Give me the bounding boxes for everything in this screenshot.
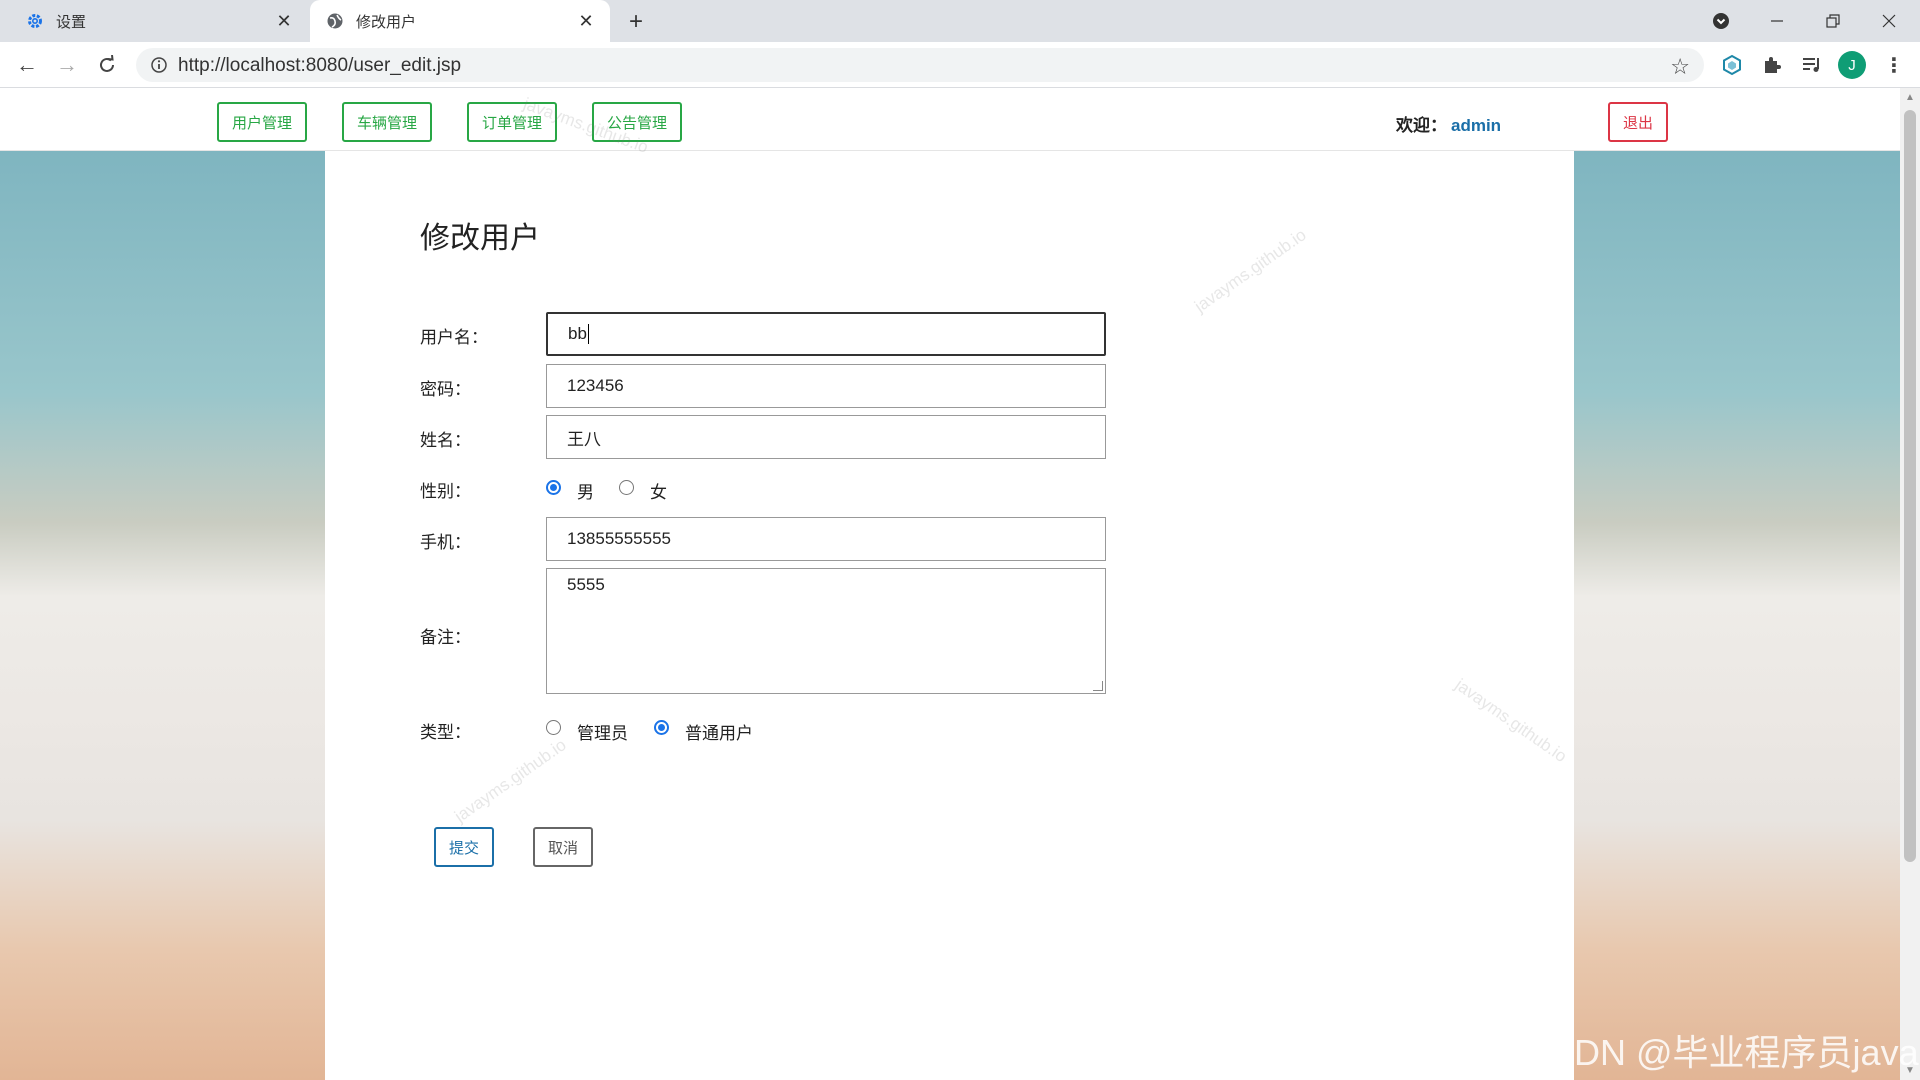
menu-user-management-button[interactable]: 用户管理 xyxy=(217,102,307,142)
edit-user-panel: 修改用户 用户名： bb 密码： 123456 姓名： 王八 性别： 男 女 手… xyxy=(325,151,1574,1080)
page-title: 修改用户 xyxy=(420,222,540,255)
page-viewport: 用户管理 车辆管理 订单管理 公告管理 欢迎： admin 退出 修改用户 用户名… xyxy=(0,88,1900,1080)
scrollbar-thumb[interactable] xyxy=(1904,110,1916,862)
more-menu-icon[interactable]: ⋮ xyxy=(1880,51,1908,79)
current-username: admin xyxy=(1451,116,1502,135)
window-close-icon[interactable] xyxy=(1874,6,1904,36)
username-field[interactable]: bb xyxy=(546,312,1106,356)
name-label: 姓名： xyxy=(420,431,471,450)
puzzle-icon[interactable] xyxy=(1758,51,1786,79)
text-caret xyxy=(587,324,589,344)
site-header: 用户管理 车辆管理 订单管理 公告管理 欢迎： admin 退出 xyxy=(0,88,1900,151)
address-bar[interactable]: http://localhost:8080/user_edit.jsp ☆ xyxy=(136,48,1704,82)
watermark-text: javayms.github.io xyxy=(1191,225,1310,317)
csdn-watermark: CSDN @毕业程序员java xyxy=(1524,1032,1919,1073)
type-normal-user-label[interactable]: 普通用户 xyxy=(685,719,753,744)
close-icon[interactable]: ✕ xyxy=(274,11,294,31)
type-admin-radio[interactable] xyxy=(546,720,561,735)
bookmark-star-icon[interactable]: ☆ xyxy=(1670,54,1690,80)
browser-tab-bar: 设置 ✕ 修改用户 ✕ + xyxy=(0,0,1920,42)
gender-male-radio[interactable] xyxy=(546,480,561,495)
password-label: 密码： xyxy=(420,380,471,399)
resize-grip-icon[interactable] xyxy=(1093,681,1103,691)
type-normal-user-radio[interactable] xyxy=(654,720,669,735)
username-value: bb xyxy=(568,324,587,343)
extension-shield-icon[interactable] xyxy=(1718,51,1746,79)
remark-textarea[interactable]: 5555 xyxy=(546,568,1106,694)
back-arrow-icon[interactable]: ← xyxy=(12,50,42,80)
submit-button[interactable]: 提交 xyxy=(434,827,494,867)
remark-value: 5555 xyxy=(567,575,605,594)
gender-female-label[interactable]: 女 xyxy=(650,478,667,503)
tab-title: 设置 xyxy=(56,13,87,31)
tab-title: 修改用户 xyxy=(356,13,417,31)
name-value: 王八 xyxy=(567,429,601,449)
forward-arrow-icon[interactable]: → xyxy=(52,50,82,80)
phone-label: 手机： xyxy=(420,533,471,552)
menu-vehicle-management-button[interactable]: 车辆管理 xyxy=(342,102,432,142)
watermark-text: javayms.github.io xyxy=(1451,675,1571,767)
background-image-right xyxy=(1574,151,1900,1080)
url-text: http://localhost:8080/user_edit.jsp xyxy=(178,55,462,76)
tab-edit-user[interactable]: 修改用户 ✕ xyxy=(310,0,610,42)
globe-icon xyxy=(326,12,344,30)
remark-label: 备注： xyxy=(420,628,471,647)
username-label: 用户名： xyxy=(420,328,488,347)
scroll-up-arrow-icon[interactable]: ▲ xyxy=(1905,92,1915,103)
welcome-label: 欢迎： xyxy=(1396,116,1447,135)
close-icon[interactable]: ✕ xyxy=(576,11,596,31)
phone-value: 13855555555 xyxy=(567,529,672,548)
type-label: 类型： xyxy=(420,723,471,742)
minimize-icon[interactable] xyxy=(1762,6,1792,36)
gender-label: 性别： xyxy=(420,482,471,501)
logout-button[interactable]: 退出 xyxy=(1608,102,1668,142)
password-value: 123456 xyxy=(567,376,624,395)
watermark-text: javayms.github.io xyxy=(451,735,570,827)
media-playlist-icon[interactable] xyxy=(1798,51,1826,79)
tab-settings[interactable]: 设置 ✕ xyxy=(0,0,308,42)
browser-toolbar: ← → http://localhost:8080/user_edit.jsp … xyxy=(0,42,1920,88)
gender-female-radio[interactable] xyxy=(619,480,634,495)
tab-search-icon[interactable] xyxy=(1706,6,1736,36)
gender-male-label[interactable]: 男 xyxy=(577,478,594,503)
type-admin-label[interactable]: 管理员 xyxy=(577,719,628,744)
welcome-text: 欢迎： admin xyxy=(1396,111,1501,136)
password-field[interactable]: 123456 xyxy=(546,364,1106,408)
info-icon[interactable] xyxy=(150,56,168,74)
name-field[interactable]: 王八 xyxy=(546,415,1106,459)
gear-icon xyxy=(26,12,44,30)
reload-icon[interactable] xyxy=(92,50,122,80)
page-scrollbar[interactable]: ▲ ▼ xyxy=(1900,88,1920,1080)
cancel-button[interactable]: 取消 xyxy=(533,827,593,867)
phone-field[interactable]: 13855555555 xyxy=(546,517,1106,561)
new-tab-plus-icon[interactable]: + xyxy=(622,8,650,36)
background-image-left xyxy=(0,151,325,1080)
profile-avatar[interactable]: J xyxy=(1838,51,1866,79)
restore-icon[interactable] xyxy=(1818,6,1848,36)
